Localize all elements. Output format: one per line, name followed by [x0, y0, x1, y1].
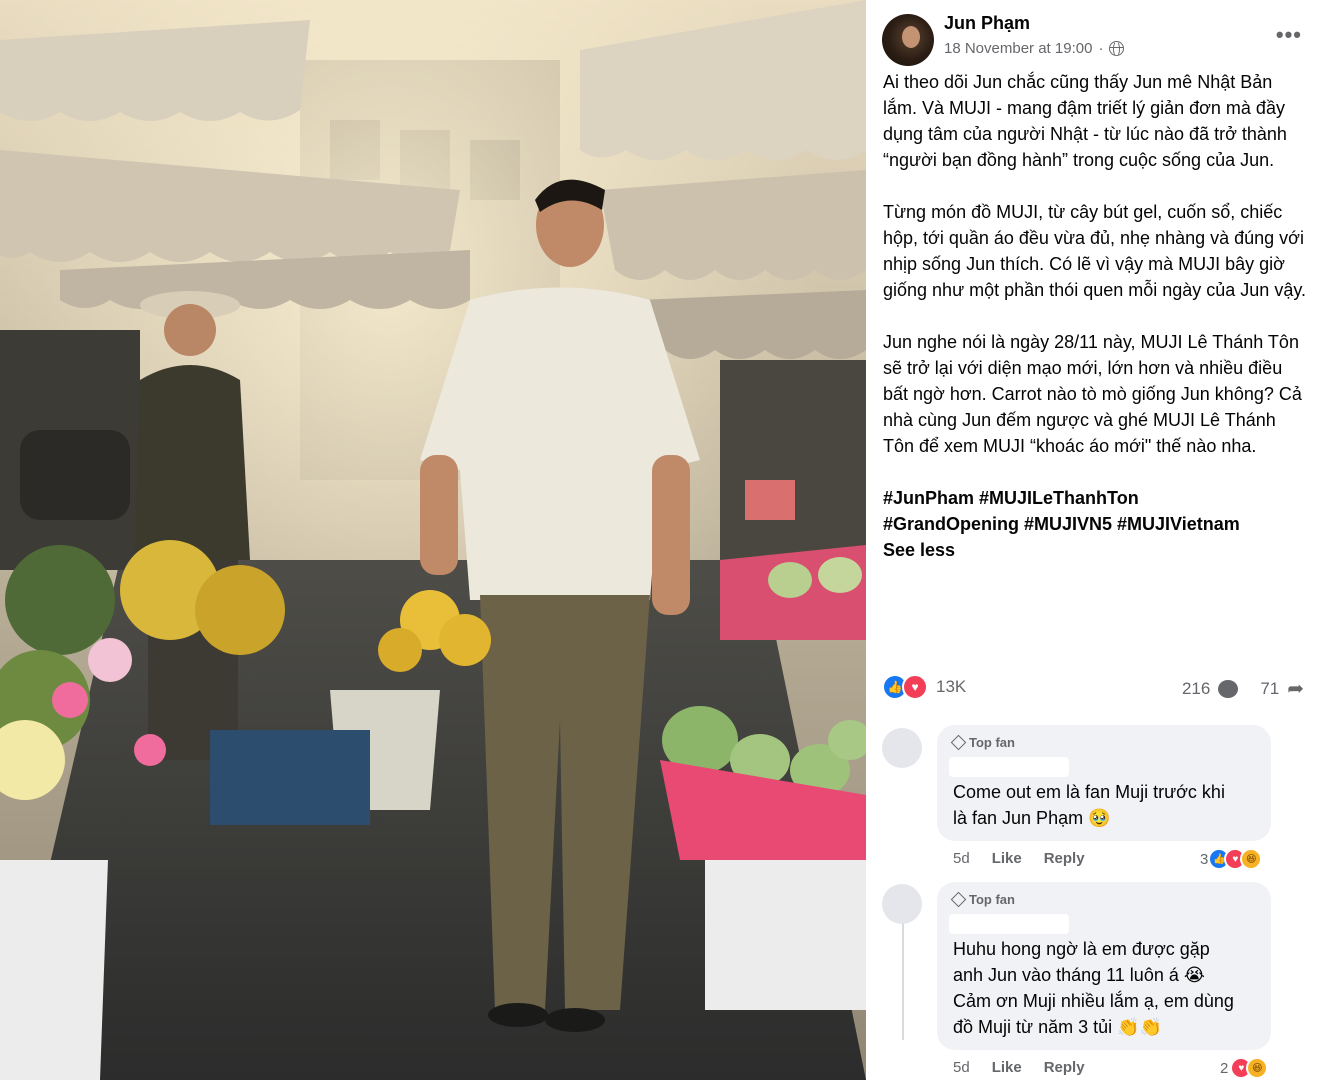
comment-reply-button[interactable]: Reply: [1044, 850, 1085, 867]
more-options-button[interactable]: •••: [1276, 22, 1302, 48]
diamond-icon: [950, 891, 967, 908]
comment-line: là fan Jun Phạm 🥹: [953, 808, 1111, 828]
comment-text: Come out em là fan Muji trước khi là fan…: [953, 779, 1225, 831]
comment-actions: 5d Like Reply: [953, 1059, 1085, 1076]
hashtags: #JunPham #MUJILeThanhTon #GrandOpening #…: [883, 485, 1307, 537]
comment-actions: 5d Like Reply: [953, 850, 1085, 867]
share-count[interactable]: 71: [1260, 679, 1279, 699]
comment-line: Cảm ơn Muji nhiều lắm ạ, em dùng: [953, 991, 1234, 1011]
post-meta: 18 November at 19:00 ·: [944, 40, 1125, 57]
market-scene-illustration: [0, 0, 866, 1080]
post-stats: 216 71 ➦: [1182, 676, 1304, 701]
post-paragraph: Từng món đồ MUJI, từ cây bút gel, cuốn s…: [883, 202, 1306, 300]
comment-like-button[interactable]: Like: [992, 850, 1022, 867]
top-fan-badge: Top fan: [950, 891, 1015, 908]
commenter-name-redacted[interactable]: [949, 914, 1069, 934]
comment-line: anh Jun vào tháng 11 luôn á 😭: [953, 965, 1205, 985]
comment-icon: [1218, 679, 1239, 698]
comment-age[interactable]: 5d: [953, 1059, 970, 1076]
post-photo[interactable]: [0, 0, 866, 1080]
author-avatar[interactable]: [882, 14, 934, 66]
commenter-avatar[interactable]: [882, 884, 922, 924]
comment-bubble: Top fan Huhu hong ngờ là em được gặp anh…: [937, 882, 1271, 1050]
post-body: Ai theo dõi Jun chắc cũng thấy Jun mê Nh…: [883, 69, 1307, 563]
share-icon: ➦: [1287, 678, 1304, 700]
hashtag-line[interactable]: #JunPham #MUJILeThanhTon: [883, 485, 1307, 511]
top-fan-badge: Top fan: [950, 734, 1015, 751]
post-paragraph: Ai theo dõi Jun chắc cũng thấy Jun mê Nh…: [883, 72, 1287, 170]
comment-age[interactable]: 5d: [953, 850, 970, 867]
badge-label: Top fan: [969, 892, 1015, 907]
comment-line: đồ Muji từ năm 3 tủi 👏👏: [953, 1017, 1162, 1037]
reaction-summary[interactable]: 👍 ♥ 13K: [882, 674, 966, 700]
see-less-button[interactable]: See less: [883, 537, 1307, 563]
thread-line: [902, 920, 904, 1040]
comment-reactions[interactable]: 3 👍 ♥ 😆: [1200, 848, 1263, 870]
comment-reaction-count: 3: [1200, 850, 1209, 868]
diamond-icon: [950, 734, 967, 751]
comment-count[interactable]: 216: [1182, 679, 1210, 699]
comment-bubble: Top fan Come out em là fan Muji trước kh…: [937, 725, 1271, 841]
hashtag-line[interactable]: #GrandOpening #MUJIVN5 #MUJIVietnam: [883, 511, 1307, 537]
commenter-avatar[interactable]: [882, 728, 922, 768]
globe-icon: [1109, 41, 1125, 57]
comment-like-button[interactable]: Like: [992, 1059, 1022, 1076]
comment-reply-button[interactable]: Reply: [1044, 1059, 1085, 1076]
haha-icon: 😆: [1246, 1057, 1269, 1079]
love-icon: ♥: [902, 674, 928, 700]
post-paragraph: Jun nghe nói là ngày 28/11 này, MUJI Lê …: [883, 332, 1302, 456]
comment-text: Huhu hong ngờ là em được gặp anh Jun vào…: [953, 936, 1234, 1040]
comment-reaction-count: 2: [1220, 1059, 1229, 1077]
comment-line: Come out em là fan Muji trước khi: [953, 782, 1225, 802]
comment-reactions[interactable]: 2 ♥ 😆: [1220, 1057, 1269, 1079]
haha-icon: 😆: [1240, 848, 1263, 870]
author-name[interactable]: Jun Phạm: [944, 13, 1030, 34]
comment-line: Huhu hong ngờ là em được gặp: [953, 939, 1210, 959]
commenter-name-redacted[interactable]: [949, 757, 1069, 777]
meta-separator: ·: [1098, 40, 1104, 57]
post-panel: Jun Phạm 18 November at 19:00 · ••• Ai t…: [866, 0, 1320, 1080]
badge-label: Top fan: [969, 735, 1015, 750]
post-timestamp[interactable]: 18 November at 19:00: [944, 40, 1092, 57]
reaction-count: 13K: [936, 677, 967, 696]
